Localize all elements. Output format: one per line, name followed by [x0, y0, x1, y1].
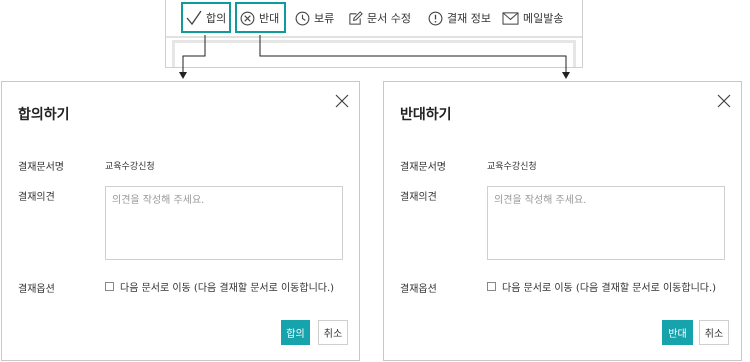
dialog-title: 합의하기	[18, 107, 70, 123]
agree-confirm-button[interactable]: 합의	[281, 320, 310, 345]
mail-icon	[502, 11, 519, 25]
agree-highlight-box	[181, 2, 231, 33]
reject-confirm-button[interactable]: 반대	[662, 320, 693, 345]
approval-info-button[interactable]: 결재 정보	[428, 8, 491, 28]
doc-name-label: 결재문서명	[18, 162, 64, 173]
next-document-checkbox[interactable]	[487, 282, 496, 291]
option-label: 결재옵션	[400, 284, 437, 295]
cancel-button[interactable]: 취소	[699, 320, 729, 345]
doc-name-label: 결재문서명	[400, 162, 446, 173]
doc-name-value: 교육수강신청	[105, 162, 155, 172]
approval-toolbar: 합의 반대 보류 문서 수정 결재 정보 메일발송	[165, 0, 583, 68]
document-frame-edge	[172, 40, 576, 67]
opinion-textarea[interactable]: 의견을 작성해 주세요.	[487, 186, 725, 260]
edit-document-label: 문서 수정	[367, 12, 411, 25]
hold-button[interactable]: 보류	[295, 8, 334, 28]
toolbar-divider	[166, 36, 582, 38]
dialog-title: 반대하기	[400, 107, 452, 123]
doc-name-value: 교육수강신청	[487, 162, 537, 172]
reject-highlight-box	[235, 2, 286, 33]
agree-dialog: 합의하기 결재문서명 교육수강신청 결재의견 의견을 작성해 주세요. 결재옵션…	[1, 81, 360, 361]
cancel-button[interactable]: 취소	[318, 320, 348, 345]
opinion-textarea[interactable]: 의견을 작성해 주세요.	[105, 186, 343, 260]
clock-icon	[295, 11, 310, 25]
next-document-option[interactable]: 다음 문서로 이동 (다음 결재할 문서로 이동합니다.)	[487, 279, 716, 294]
option-label: 결재옵션	[18, 284, 55, 295]
send-mail-label: 메일발송	[523, 12, 564, 25]
reject-dialog: 반대하기 결재문서명 교육수강신청 결재의견 의견을 작성해 주세요. 결재옵션…	[383, 81, 742, 361]
close-icon[interactable]	[335, 94, 349, 108]
opinion-label: 결재의견	[400, 192, 437, 203]
close-icon[interactable]	[717, 94, 731, 108]
hold-label: 보류	[314, 12, 335, 25]
send-mail-button[interactable]: 메일발송	[502, 8, 563, 28]
next-document-checkbox[interactable]	[105, 282, 114, 291]
next-document-text: 다음 문서로 이동 (다음 결재할 문서로 이동합니다.)	[120, 283, 335, 294]
next-document-option[interactable]: 다음 문서로 이동 (다음 결재할 문서로 이동합니다.)	[105, 279, 334, 294]
approval-info-label: 결재 정보	[447, 12, 491, 25]
edit-document-button[interactable]: 문서 수정	[348, 8, 411, 28]
info-circle-icon	[428, 11, 443, 25]
edit-icon	[349, 10, 363, 25]
next-document-text: 다음 문서로 이동 (다음 결재할 문서로 이동합니다.)	[502, 283, 717, 294]
opinion-label: 결재의견	[18, 192, 55, 203]
